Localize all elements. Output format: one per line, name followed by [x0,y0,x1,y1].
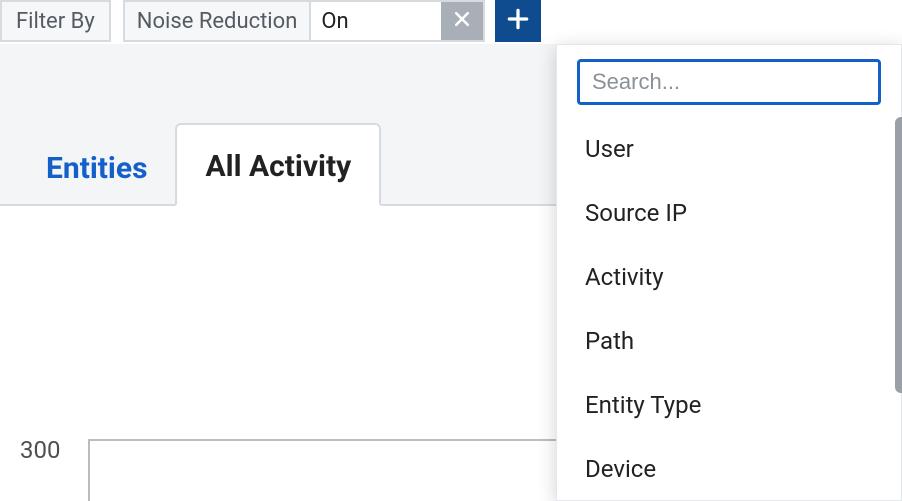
dropdown-item-path[interactable]: Path [557,309,901,373]
dropdown-item-device[interactable]: Device [557,437,901,501]
plus-icon [505,6,531,36]
filter-chip-noise-reduction: Noise Reduction On [123,0,486,42]
filter-by-label: Filter By [0,0,111,42]
tabs: Entities All Activity [18,123,381,206]
dropdown-item-source-ip[interactable]: Source IP [557,181,901,245]
search-input[interactable] [577,59,881,105]
filter-chip-value[interactable]: On [311,2,441,40]
dropdown-list: User Source IP Activity Path Entity Type… [557,111,901,501]
filter-chip-label: Noise Reduction [125,2,312,40]
close-icon [452,9,472,33]
scrollbar[interactable] [895,117,902,393]
y-axis-tick: 300 [20,436,60,464]
add-filter-button[interactable] [495,0,541,42]
dropdown-item-activity[interactable]: Activity [557,245,901,309]
dropdown-item-user[interactable]: User [557,117,901,181]
dropdown-item-entity-type[interactable]: Entity Type [557,373,901,437]
tab-all-activity[interactable]: All Activity [175,123,381,206]
tab-entities[interactable]: Entities [18,127,175,206]
dropdown-search-wrap [557,45,901,111]
filter-chip-remove[interactable] [441,2,483,40]
filter-bar: Filter By Noise Reduction On [0,0,902,44]
add-filter-dropdown: User Source IP Activity Path Entity Type… [556,44,902,501]
